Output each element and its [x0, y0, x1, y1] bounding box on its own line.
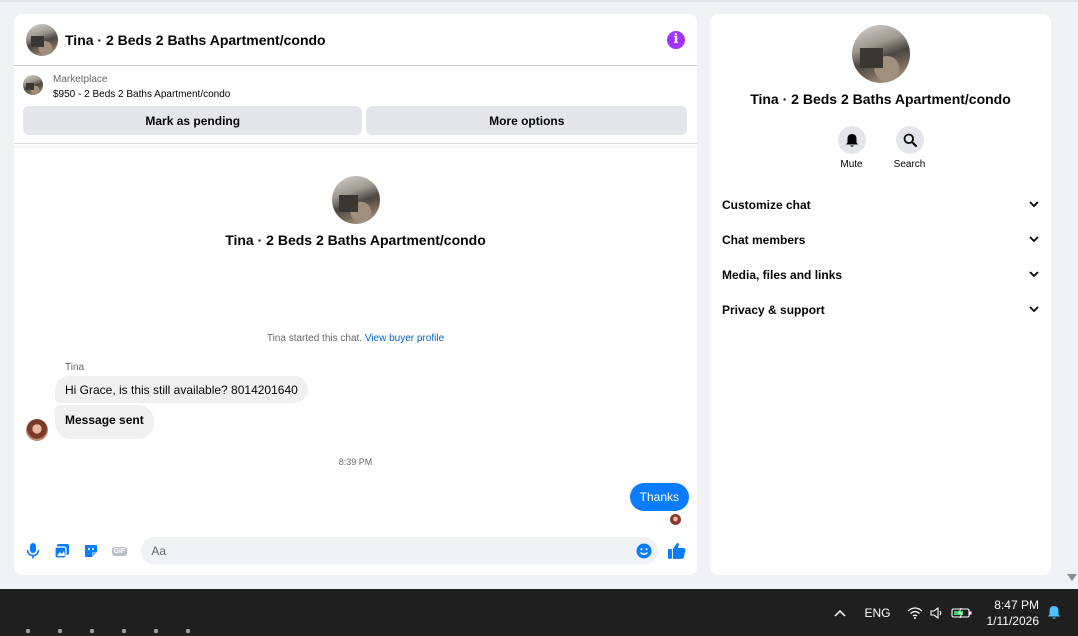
battery-icon	[950, 607, 971, 618]
taskbar-indicator	[26, 629, 30, 633]
clock[interactable]: 8:47 PM 1/11/2026	[987, 597, 1040, 629]
taskbar-indicator	[122, 629, 126, 633]
listing-actions: Mark as pending More options	[14, 106, 697, 135]
divider	[14, 143, 697, 146]
taskbar-app-indicators	[26, 629, 190, 633]
details-actions: Mute Search	[710, 126, 1051, 170]
scrollbar-down-arrow[interactable]	[1067, 574, 1077, 581]
message-timestamp: 8:39 PM	[338, 457, 373, 467]
window-top-border	[0, 0, 1078, 2]
chat-title[interactable]: Tina · 2 Beds 2 Baths Apartment/condo	[65, 32, 667, 48]
taskbar: ENG 8:47 PM 1/11/2026	[0, 589, 1078, 636]
chevron-down-icon	[1029, 271, 1039, 278]
menu-item-label: Chat members	[722, 232, 806, 247]
search-button[interactable]: Search	[894, 126, 926, 170]
marketplace-label: Marketplace	[53, 74, 108, 85]
language-indicator[interactable]: ENG	[864, 606, 890, 620]
photo-icon[interactable]	[53, 542, 71, 560]
view-buyer-profile-link[interactable]: View buyer profile	[365, 333, 444, 344]
conversation-details-panel: Tina · 2 Beds 2 Baths Apartment/condo Mu…	[710, 14, 1051, 575]
chat-panel: Tina · 2 Beds 2 Baths Apartment/condo i …	[14, 14, 697, 575]
menu-media-files-links[interactable]: Media, files and links	[710, 257, 1051, 292]
listing-price-title: $950 - 2 Beds 2 Baths Apartment/condo	[53, 89, 231, 100]
mute-label: Mute	[840, 159, 863, 170]
menu-item-label: Media, files and links	[722, 267, 843, 282]
bell-icon	[837, 126, 866, 154]
microphone-icon[interactable]	[24, 542, 42, 560]
more-options-button[interactable]: More options	[366, 106, 687, 135]
search-icon	[895, 126, 924, 154]
notification-bell-icon[interactable]	[1047, 605, 1061, 620]
chat-started-notice: Tina started this chat. View buyer profi…	[14, 333, 697, 344]
chevron-down-icon	[1029, 236, 1039, 243]
menu-chat-members[interactable]: Chat members	[710, 222, 1051, 257]
taskbar-indicator	[186, 629, 190, 633]
seen-indicator-avatar	[670, 514, 681, 525]
system-tray: ENG 8:47 PM 1/11/2026	[834, 589, 1078, 636]
menu-item-label: Customize chat	[722, 197, 811, 212]
chat-intro: Tina · 2 Beds 2 Baths Apartment/condo	[14, 176, 697, 248]
incoming-message[interactable]: Message sent	[55, 405, 154, 439]
sender-avatar[interactable]	[26, 419, 48, 441]
outgoing-message[interactable]: Thanks	[629, 483, 689, 511]
emoji-icon[interactable]	[636, 543, 652, 559]
message-input-wrapper	[141, 537, 659, 565]
clock-time: 8:47 PM	[994, 597, 1039, 612]
marketplace-listing[interactable]: Marketplace $950 - 2 Beds 2 Baths Apartm…	[14, 66, 697, 106]
gif-label: GIF	[111, 546, 128, 556]
taskbar-indicator	[58, 629, 62, 633]
mark-as-pending-button[interactable]: Mark as pending	[23, 106, 363, 135]
search-label: Search	[893, 159, 926, 170]
menu-customize-chat[interactable]: Customize chat	[710, 187, 1051, 222]
taskbar-indicator	[154, 629, 158, 633]
clock-date: 1/11/2026	[986, 613, 1040, 628]
chat-header: Tina · 2 Beds 2 Baths Apartment/condo i	[14, 14, 697, 66]
details-menu: Customize chat Chat members Media, files…	[710, 187, 1051, 327]
chevron-down-icon	[1029, 201, 1039, 208]
sticker-icon[interactable]	[82, 542, 100, 560]
details-title: Tina · 2 Beds 2 Baths Apartment/condo	[750, 91, 1011, 107]
started-text: Tina started this chat.	[266, 333, 365, 344]
incoming-message[interactable]: Hi Grace, is this still available? 80142…	[55, 376, 308, 403]
sender-name: Tina	[65, 362, 85, 373]
taskbar-indicator	[90, 629, 94, 633]
like-icon[interactable]	[667, 541, 687, 561]
gif-icon[interactable]: GIF	[110, 542, 128, 560]
menu-privacy-support[interactable]: Privacy & support	[710, 292, 1051, 327]
chevron-down-icon	[1029, 306, 1039, 313]
chevron-up-icon[interactable]	[834, 609, 847, 617]
wifi-icon	[907, 606, 922, 619]
details-avatar[interactable]	[851, 25, 910, 83]
listing-avatar[interactable]	[26, 23, 58, 56]
tray-icons[interactable]	[907, 606, 973, 619]
intro-avatar	[331, 176, 380, 224]
message-input[interactable]	[141, 537, 659, 565]
mute-button[interactable]: Mute	[836, 126, 868, 170]
intro-title: Tina · 2 Beds 2 Baths Apartment/condo	[225, 232, 486, 248]
speaker-icon	[929, 606, 941, 619]
menu-item-label: Privacy & support	[722, 302, 825, 317]
info-icon[interactable]: i	[667, 30, 685, 49]
listing-thumbnail	[23, 75, 43, 95]
message-composer: GIF	[14, 527, 697, 575]
